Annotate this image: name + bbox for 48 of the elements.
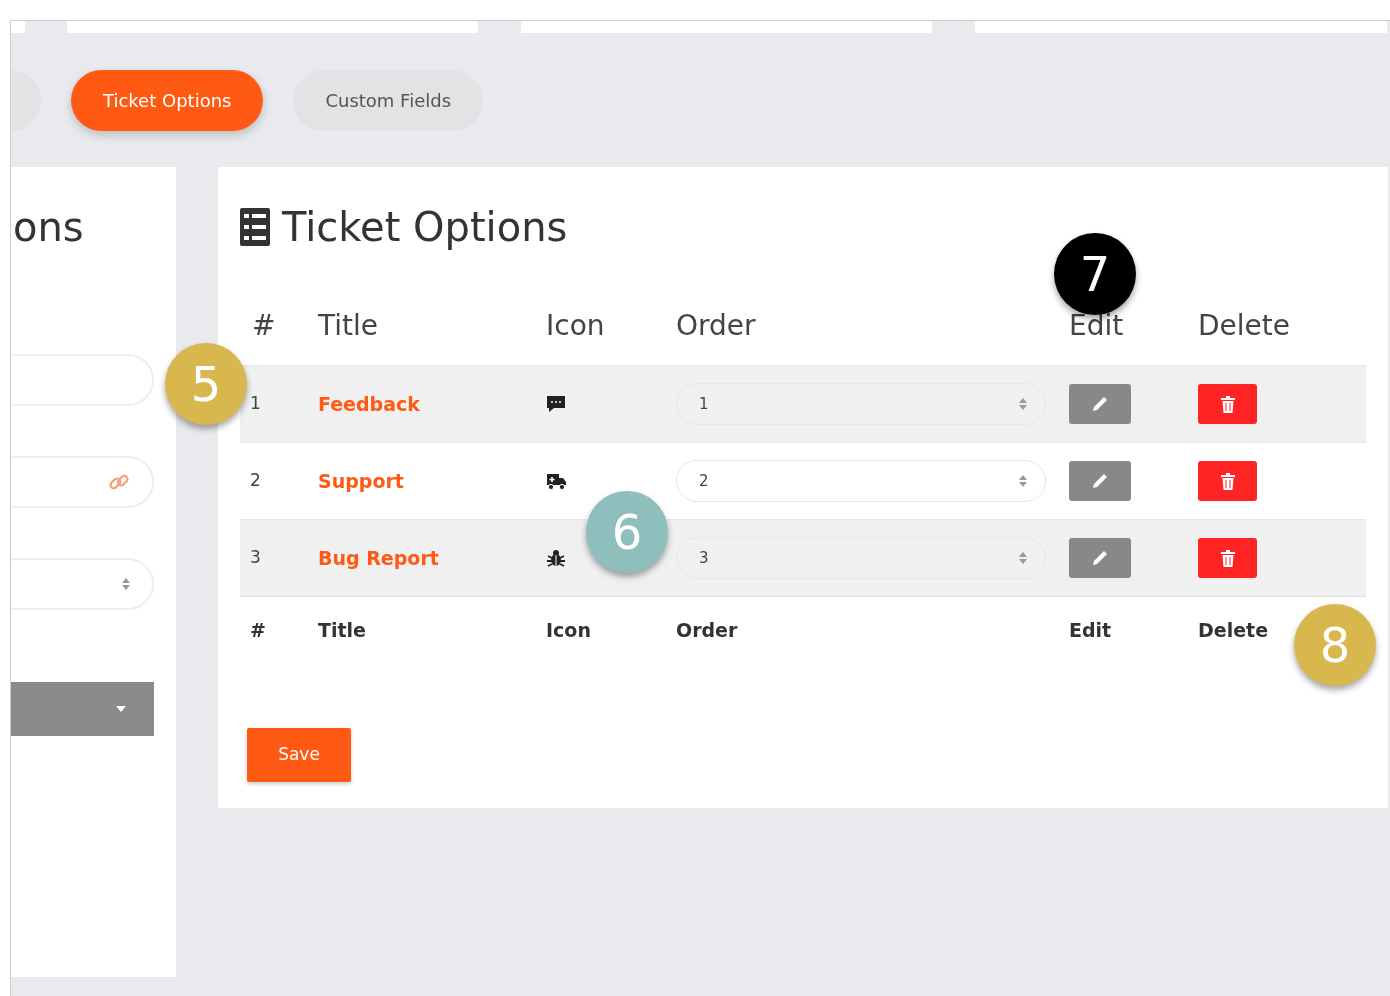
column-footer: # [240, 596, 318, 664]
spinner-icon [1019, 397, 1027, 411]
column-footer: Title [318, 596, 546, 664]
row-number: 2 [249, 469, 262, 493]
pencil-icon [1091, 395, 1109, 413]
list-icon [240, 208, 270, 246]
delete-button[interactable] [1198, 384, 1257, 424]
comment-icon [546, 394, 566, 414]
order-value: 2 [699, 470, 709, 492]
tab-button[interactable]: Custom Fields [293, 69, 484, 131]
edit-button[interactable] [1069, 538, 1131, 578]
edit-button[interactable] [1069, 384, 1131, 424]
spinner-icon [1019, 551, 1027, 565]
input-field[interactable] [11, 456, 154, 508]
column-header: Icon [546, 308, 606, 344]
input-field[interactable] [11, 354, 154, 406]
edit-button[interactable] [1069, 461, 1131, 501]
order-value: 1 [699, 393, 709, 415]
pencil-icon [1091, 472, 1109, 490]
trash-icon [1220, 395, 1235, 413]
row-number: 3 [249, 546, 262, 570]
column-header: Title [318, 308, 379, 344]
column-header: Delete [1198, 308, 1291, 344]
option-title[interactable]: Feedback [318, 389, 420, 419]
option-title[interactable]: Bug Report [318, 543, 439, 573]
caret-icon [116, 706, 126, 712]
option-title[interactable]: Support [318, 466, 404, 496]
trash-icon [1220, 472, 1235, 490]
truck-icon [546, 471, 566, 491]
pencil-icon [1091, 549, 1109, 567]
trash-icon [1220, 549, 1235, 567]
input-field[interactable] [11, 558, 154, 610]
panel-title: ons [13, 205, 84, 249]
bug-icon [546, 548, 566, 568]
column-footer: Edit [1069, 596, 1198, 664]
row-number: 1 [249, 392, 262, 416]
column-header: Order [676, 308, 757, 344]
spinner-icon [1019, 474, 1027, 488]
card-background [11, 21, 25, 33]
tab-button[interactable]: Ticket Options [71, 69, 264, 131]
column-header: # [251, 308, 277, 344]
column-footer: Icon [546, 596, 676, 664]
delete-button[interactable] [1198, 461, 1257, 501]
column-footer: Order [676, 596, 1069, 664]
save-button[interactable]: Save [247, 728, 351, 782]
order-value: 3 [699, 547, 709, 569]
delete-button[interactable] [1198, 538, 1257, 578]
spinner-icon [122, 577, 130, 591]
